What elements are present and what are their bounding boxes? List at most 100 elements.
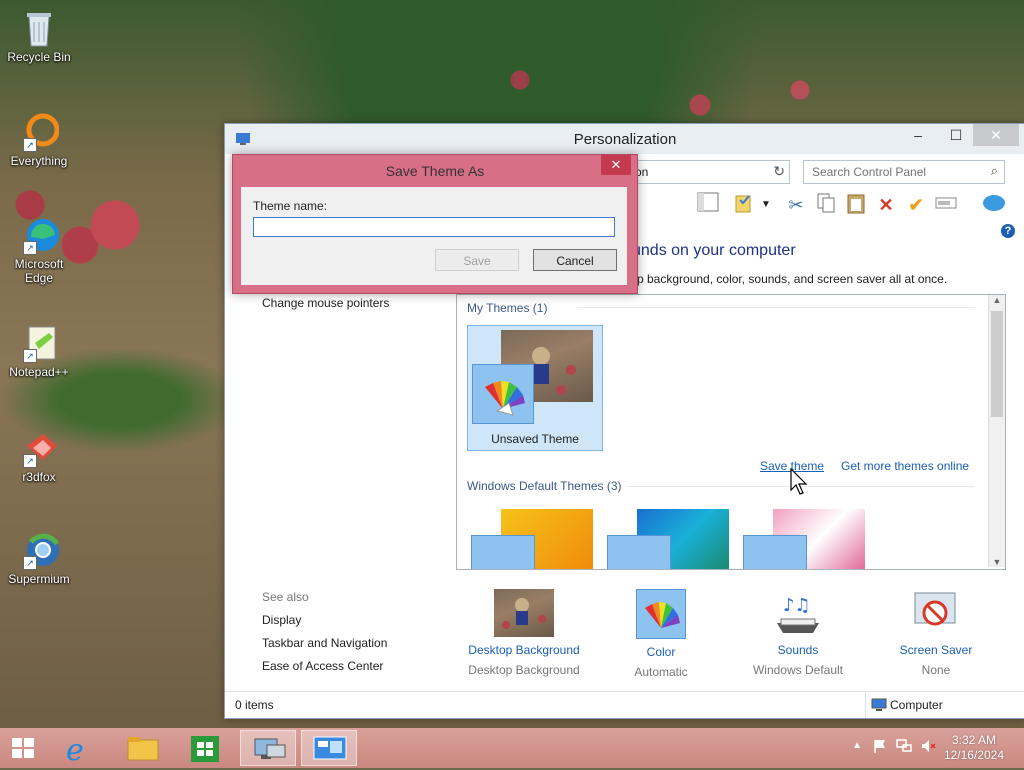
display-link[interactable]: Display xyxy=(262,613,301,627)
divider xyxy=(865,692,866,718)
clock-time: 3:32 AM xyxy=(951,733,996,747)
rename-icon[interactable] xyxy=(933,192,959,218)
screen-saver-value: None xyxy=(921,663,951,677)
computer-icon xyxy=(871,698,887,715)
svg-text:♪♫: ♪♫ xyxy=(783,595,811,616)
scroll-up-icon[interactable]: ▲ xyxy=(989,295,1005,305)
desktop-icon-recycle-bin[interactable]: Recycle Bin xyxy=(4,8,74,64)
desktop-background-value: Desktop Background xyxy=(468,663,580,677)
see-also-heading: See also xyxy=(262,590,309,604)
sounds-item[interactable]: ♪♫ Sounds Windows Default xyxy=(738,589,858,677)
recycle-bin-icon xyxy=(19,8,59,48)
desktop-icon-r3dfox[interactable]: ↗ r3dfox xyxy=(4,428,74,484)
desktop-icon-notepadpp[interactable]: ↗ Notepad++ xyxy=(4,323,74,379)
shortcut-arrow-icon: ↗ xyxy=(23,138,37,152)
divider xyxy=(577,307,975,308)
svg-text:e: e xyxy=(66,733,84,766)
scroll-down-icon[interactable]: ▼ xyxy=(989,557,1005,567)
minimize-button[interactable]: – xyxy=(903,124,933,146)
search-input[interactable] xyxy=(810,161,984,183)
ease-of-access-link[interactable]: Ease of Access Center xyxy=(262,659,383,673)
desktop-icon-edge[interactable]: ↗ Microsoft Edge xyxy=(4,215,74,285)
sounds-label: Sounds xyxy=(777,643,819,657)
theme-name-label: Theme name: xyxy=(253,199,328,213)
color-palette-icon xyxy=(472,364,534,424)
search-box[interactable]: ⌕ xyxy=(803,160,1005,184)
copy-icon[interactable] xyxy=(813,192,839,218)
mouse-cursor-icon xyxy=(790,467,810,499)
color-palette-icon xyxy=(607,535,671,569)
color-palette-icon xyxy=(743,535,807,569)
clock-date: 12/16/2024 xyxy=(943,748,1004,762)
help-icon[interactable]: ? xyxy=(1001,224,1015,238)
theme-name-input[interactable] xyxy=(253,217,615,237)
taskbar-store[interactable] xyxy=(178,730,234,766)
search-icon[interactable]: ⌕ xyxy=(991,163,998,179)
dialog-close-button[interactable]: ✕ xyxy=(601,155,631,175)
close-button[interactable]: ✕ xyxy=(973,124,1019,146)
taskbar: e ▲ 3:32 AM 12/16/2024 xyxy=(0,728,1024,768)
network-icon[interactable] xyxy=(896,738,912,757)
themes-list: My Themes (1) Unsaved Theme Save theme G… xyxy=(456,294,1006,570)
delete-icon[interactable]: ✕ xyxy=(873,192,899,218)
shortcut-arrow-icon: ↗ xyxy=(23,556,37,570)
help-cloud-icon[interactable] xyxy=(981,192,1007,218)
desktop-background-label: Desktop Background xyxy=(468,643,580,657)
status-bar: 0 items Computer xyxy=(225,691,1024,718)
internet-explorer-icon: e xyxy=(66,733,84,768)
flag-icon[interactable] xyxy=(872,738,888,757)
paste-icon[interactable] xyxy=(843,192,869,218)
cancel-button[interactable]: Cancel xyxy=(533,249,617,271)
theme-flowers-tile[interactable] xyxy=(743,501,867,569)
cut-icon[interactable]: ✂ xyxy=(783,192,809,218)
desktop-background-item[interactable]: Desktop Background Desktop Background xyxy=(464,589,584,677)
change-mouse-pointers-link[interactable]: Change mouse pointers xyxy=(262,296,389,310)
taskbar-navigation-link[interactable]: Taskbar and Navigation xyxy=(262,636,387,650)
sounds-value: Windows Default xyxy=(752,663,844,677)
color-item[interactable]: Color Automatic xyxy=(601,589,721,679)
color-palette-icon xyxy=(636,589,686,639)
item-count: 0 items xyxy=(235,698,274,712)
scrollbar-thumb[interactable] xyxy=(991,311,1003,417)
color-label: Color xyxy=(646,645,676,659)
maximize-button[interactable]: ☐ xyxy=(941,124,971,146)
layout-icon[interactable] xyxy=(695,192,721,218)
chevron-down-icon[interactable]: ▼ xyxy=(753,192,779,218)
screen-saver-label: Screen Saver xyxy=(899,643,973,657)
desktop-icon-supermium[interactable]: ↗ Supermium xyxy=(4,530,74,586)
screen-saver-icon xyxy=(907,589,965,637)
unsaved-theme-label: Unsaved Theme xyxy=(491,432,579,446)
desktop-icon-everything[interactable]: ↗ Everything xyxy=(4,112,74,168)
screen-saver-item[interactable]: Screen Saver None xyxy=(876,589,996,677)
start-button[interactable] xyxy=(0,730,46,766)
notepad-plus-plus-icon: ↗ xyxy=(19,323,59,363)
check-icon[interactable]: ✔ xyxy=(903,192,929,218)
desktop-icon-label: Microsoft Edge xyxy=(14,257,64,285)
desktop-icon-label: Recycle Bin xyxy=(7,50,71,64)
unsaved-theme-tile[interactable]: Unsaved Theme xyxy=(467,325,603,451)
taskbar-file-explorer[interactable] xyxy=(115,730,171,766)
address-bar[interactable]: on ↻ xyxy=(630,160,790,184)
desktop-background-icon xyxy=(494,589,554,637)
taskbar-personalization[interactable] xyxy=(301,730,357,766)
window-titlebar[interactable]: Personalization – ☐ ✕ xyxy=(225,124,1024,154)
theme-windows-tile[interactable] xyxy=(471,509,595,569)
control-panel-icon xyxy=(313,736,347,760)
volume-muted-icon[interactable] xyxy=(920,738,936,757)
save-theme-dialog: Save Theme As ✕ Theme name: Save Cancel xyxy=(232,154,638,294)
desktop-icon-label: Supermium xyxy=(8,572,70,586)
windows-default-themes-heading: Windows Default Themes (3) xyxy=(467,479,622,493)
clock[interactable]: 3:32 AM 12/16/2024 xyxy=(944,733,1004,763)
taskbar-network-app[interactable] xyxy=(240,730,296,766)
shortcut-arrow-icon: ↗ xyxy=(23,241,37,255)
windows-logo-icon xyxy=(12,738,34,758)
chevron-up-icon[interactable]: ▲ xyxy=(852,740,862,751)
save-button[interactable]: Save xyxy=(435,249,519,271)
page-heading: unds on your computer xyxy=(632,242,796,259)
get-more-themes-link[interactable]: Get more themes online xyxy=(841,459,969,473)
theme-lines-tile[interactable] xyxy=(607,501,731,569)
everything-icon: ↗ xyxy=(19,112,60,152)
refresh-icon[interactable]: ↻ xyxy=(773,163,785,180)
themes-scrollbar[interactable]: ▲ ▼ xyxy=(988,295,1005,567)
taskbar-internet-explorer[interactable]: e xyxy=(52,730,108,768)
